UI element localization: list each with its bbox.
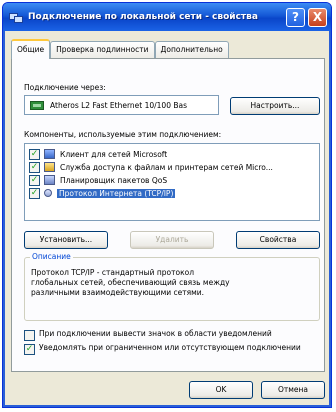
description-text: Протокол TCP/IP - стандартный протокол г… bbox=[31, 268, 230, 297]
list-item[interactable]: ✓ Служба доступа к файлам и принтерам се… bbox=[29, 161, 273, 173]
component-checkbox[interactable]: ✓ bbox=[29, 187, 40, 199]
title-bar[interactable]: Подключение по локальной сети - свойства… bbox=[3, 3, 331, 31]
configure-button[interactable]: Настроить... bbox=[230, 97, 320, 115]
general-tab-panel: Подключение через: Atheros L2 Fast Ether… bbox=[11, 58, 325, 372]
window-title: Подключение по локальной сети - свойства bbox=[28, 12, 258, 22]
list-item-selected[interactable]: ✓ Протокол Интернета (TCP/IP) bbox=[29, 187, 176, 199]
adapter-name: Atheros L2 Fast Ethernet 10/100 Bas bbox=[50, 100, 188, 110]
notify-icon-checkbox[interactable] bbox=[24, 330, 35, 341]
component-checkbox[interactable]: ✓ bbox=[29, 148, 40, 160]
component-checkbox[interactable]: ✓ bbox=[29, 174, 40, 186]
tab-strip: Общие Проверка подлинности Дополнительно bbox=[11, 39, 229, 59]
notify-icon-label: При подключении вывести значок в области… bbox=[39, 329, 272, 338]
connect-using-label: Подключение через: bbox=[24, 83, 106, 92]
properties-button[interactable]: Свойства bbox=[236, 231, 320, 249]
ok-button[interactable]: OK bbox=[189, 381, 253, 399]
limited-connectivity-label: Уведомлять при ограниченном или отсутств… bbox=[39, 343, 301, 352]
remove-button[interactable]: Удалить bbox=[130, 231, 214, 249]
network-adapter-icon bbox=[30, 100, 44, 110]
qos-icon bbox=[44, 175, 55, 185]
component-checkbox[interactable]: ✓ bbox=[29, 161, 40, 173]
component-label: Клиент для сетей Microsoft bbox=[60, 149, 168, 159]
network-client-icon bbox=[44, 149, 55, 159]
component-label: Служба доступа к файлам и принтерам сете… bbox=[60, 162, 273, 172]
file-share-icon bbox=[44, 162, 55, 172]
adapter-field: Atheros L2 Fast Ethernet 10/100 Bas bbox=[24, 95, 219, 115]
description-title: Описание bbox=[30, 252, 73, 261]
tab-general[interactable]: Общие bbox=[11, 39, 51, 59]
components-label: Компоненты, используемые этим подключени… bbox=[24, 130, 222, 139]
protocol-icon bbox=[44, 189, 52, 197]
notify-icon-option[interactable]: При подключении вывести значок в области… bbox=[24, 329, 309, 341]
tab-advanced[interactable]: Дополнительно bbox=[154, 41, 229, 59]
properties-dialog: Подключение по локальной сети - свойства… bbox=[2, 2, 332, 408]
limited-connectivity-option[interactable]: ✓ Уведомлять при ограниченном или отсутс… bbox=[24, 343, 309, 355]
close-button[interactable]: X bbox=[308, 8, 327, 27]
list-item[interactable]: ✓ Клиент для сетей Microsoft bbox=[29, 148, 167, 160]
cancel-button[interactable]: Отмена bbox=[261, 381, 325, 399]
limited-connectivity-checkbox[interactable]: ✓ bbox=[24, 344, 35, 355]
tab-authentication[interactable]: Проверка подлинности bbox=[50, 41, 155, 59]
help-button[interactable]: ? bbox=[286, 8, 305, 27]
component-label: Протокол Интернета (TCP/IP) bbox=[57, 188, 176, 198]
components-list[interactable]: ✓ Клиент для сетей Microsoft ✓ Служба до… bbox=[24, 143, 320, 221]
network-connection-icon bbox=[9, 10, 23, 24]
component-label: Планировщик пакетов QoS bbox=[60, 175, 168, 185]
description-group: Описание Протокол TCP/IP - стандартный п… bbox=[24, 252, 320, 321]
install-button[interactable]: Установить... bbox=[24, 231, 108, 249]
list-item[interactable]: ✓ Планировщик пакетов QoS bbox=[29, 174, 167, 186]
